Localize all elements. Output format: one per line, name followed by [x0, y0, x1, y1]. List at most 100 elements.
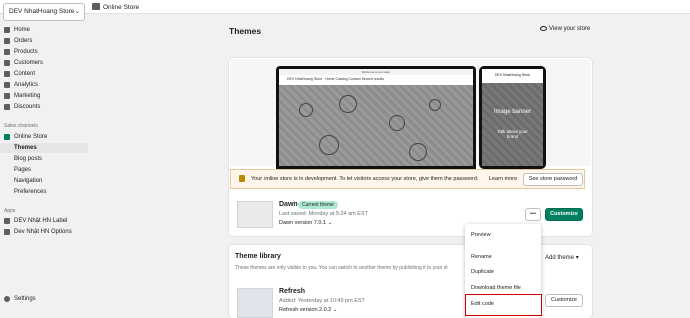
view-store-link[interactable]: View your store: [540, 26, 590, 32]
refresh-added: Added: Yesterday at 10:49 pm EST: [279, 298, 365, 304]
nav-app-label[interactable]: DEV Nhật HN Label: [0, 216, 88, 226]
theme-version-label: Dawn version 7.0.1: [279, 220, 327, 226]
nav-label: Pages: [14, 167, 32, 173]
desktop-nav: DEV NhatHoang Store Home Catalog Contact…: [279, 75, 473, 84]
phone-hero: [482, 83, 543, 166]
chevron-down-icon: ⌄: [327, 220, 333, 226]
theme-library-desc: These themes are only visible to you. Yo…: [235, 265, 448, 271]
nav-orders[interactable]: Orders: [0, 36, 88, 46]
see-store-password-button[interactable]: See store password: [523, 173, 583, 186]
desktop-nav-item: Contact: [348, 77, 361, 81]
add-theme-label: Add theme: [545, 255, 575, 261]
theme-version[interactable]: Dawn version 7.0.1 ⌄: [279, 220, 332, 226]
store-selector[interactable]: DEV NhatHoang Store ⌄: [3, 3, 85, 21]
learn-more-button[interactable]: Learn more: [485, 173, 521, 186]
sidebar: Home Orders Products Customers Content A…: [0, 22, 88, 318]
nav-settings[interactable]: Settings: [0, 294, 88, 304]
menu-rename[interactable]: Rename: [471, 254, 492, 260]
nav-label: Home: [14, 27, 31, 33]
nav-label: Navigation: [14, 178, 43, 184]
refresh-customize-button[interactable]: Customize: [545, 294, 583, 307]
more-actions-button[interactable]: •••: [525, 208, 541, 221]
menu-duplicate[interactable]: Duplicate: [471, 269, 494, 275]
apps-label: Apps: [4, 208, 16, 214]
phone-brand-text: Talk about your brand: [497, 129, 528, 139]
refresh-version-label: Refresh version 2.0.2: [279, 307, 332, 313]
nav-discounts[interactable]: Discounts: [0, 102, 88, 112]
customize-button[interactable]: Customize: [545, 208, 583, 221]
dawn-thumbnail: [237, 201, 273, 228]
current-theme-badge: Current theme: [298, 201, 338, 209]
chevron-down-icon: ⌄: [332, 307, 338, 313]
nav-label: Themes: [14, 145, 37, 151]
nav-products[interactable]: Products: [0, 47, 88, 57]
banner-text: Your online store is in development. To …: [251, 176, 479, 182]
products-icon: [4, 49, 10, 55]
desktop-nav-item: Home: [325, 77, 335, 81]
store-selector-label: DEV NhatHoang Store: [9, 8, 75, 15]
phone-banner-text: Image banner: [493, 109, 532, 115]
nav-label: Dev Nhật HN Options: [14, 229, 72, 235]
nav-label: Analytics: [14, 82, 39, 88]
nav-blog-posts[interactable]: Blog posts: [0, 154, 88, 164]
lock-icon: [239, 175, 245, 182]
menu-download-theme[interactable]: Download theme file: [471, 285, 521, 291]
refresh-thumbnail: [237, 288, 273, 318]
home-icon: [4, 27, 10, 33]
theme-name: Dawn: [279, 201, 298, 208]
menu-preview[interactable]: Preview: [471, 232, 491, 238]
refresh-version[interactable]: Refresh version 2.0.2 ⌄: [279, 307, 337, 313]
nav-label: Marketing: [14, 93, 41, 99]
edit-code-highlight: [465, 294, 542, 316]
page-title: Themes: [229, 26, 262, 36]
eye-icon: [540, 26, 547, 31]
nav-label: Blog posts: [14, 156, 43, 162]
chevron-down-icon: ⌄: [74, 9, 80, 15]
refresh-theme-name: Refresh: [279, 288, 306, 295]
desktop-store-name: DEV NhatHoang Store: [287, 77, 323, 81]
nav-label: Orders: [14, 38, 33, 44]
phone-preview: DEV NhatHoang Store Image banner Talk ab…: [479, 66, 546, 169]
nav-preferences[interactable]: Preferences: [0, 187, 88, 197]
discounts-icon: [4, 104, 10, 110]
customers-icon: [4, 60, 10, 66]
phone-store-name: DEV NhatHoang Store: [494, 73, 531, 77]
nav-pages[interactable]: Pages: [0, 165, 88, 175]
view-store-label: View your store: [549, 26, 591, 32]
desktop-nav-item: Search results: [361, 77, 384, 81]
nav-customers[interactable]: Customers: [0, 58, 88, 68]
hero-image: [279, 85, 473, 166]
last-saved: Last saved: Monday at 5:24 am EST: [279, 211, 368, 217]
orders-icon: [4, 38, 10, 44]
gear-icon: [4, 296, 10, 302]
nav-label: Customers: [14, 60, 44, 66]
nav-label: DEV Nhật HN Label: [14, 218, 68, 224]
desktop-preview: Welcome to our store DEV NhatHoang Store…: [276, 66, 476, 169]
theme-library-title: Theme library: [235, 253, 281, 260]
desktop-nav-item: Catalog: [335, 77, 348, 81]
nav-content[interactable]: Content: [0, 69, 88, 79]
app-icon: [4, 229, 10, 235]
nav-navigation[interactable]: Navigation: [0, 176, 88, 186]
add-theme-button[interactable]: Add theme ▾: [545, 254, 579, 261]
nav-label: Online Store: [14, 134, 48, 140]
nav-label: Discounts: [14, 104, 41, 110]
breadcrumb[interactable]: Online Store: [92, 3, 139, 12]
nav-online-store[interactable]: Online Store: [0, 132, 88, 142]
nav-label: Preferences: [14, 189, 47, 195]
marketing-icon: [4, 93, 10, 99]
caret-down-icon: ▾: [575, 255, 579, 261]
nav-app-options[interactable]: Dev Nhật HN Options: [0, 227, 88, 237]
analytics-icon: [4, 82, 10, 88]
nav-marketing[interactable]: Marketing: [0, 91, 88, 101]
store-icon: [92, 3, 100, 10]
nav-home[interactable]: Home: [0, 25, 88, 35]
content-icon: [4, 71, 10, 77]
nav-label: Content: [14, 71, 36, 77]
app-icon: [4, 218, 10, 224]
nav-themes[interactable]: Themes: [0, 143, 88, 153]
sales-channels-label: Sales channels: [4, 123, 38, 129]
online-store-icon: [4, 134, 10, 140]
nav-analytics[interactable]: Analytics: [0, 80, 88, 90]
breadcrumb-label: Online Store: [103, 4, 140, 11]
